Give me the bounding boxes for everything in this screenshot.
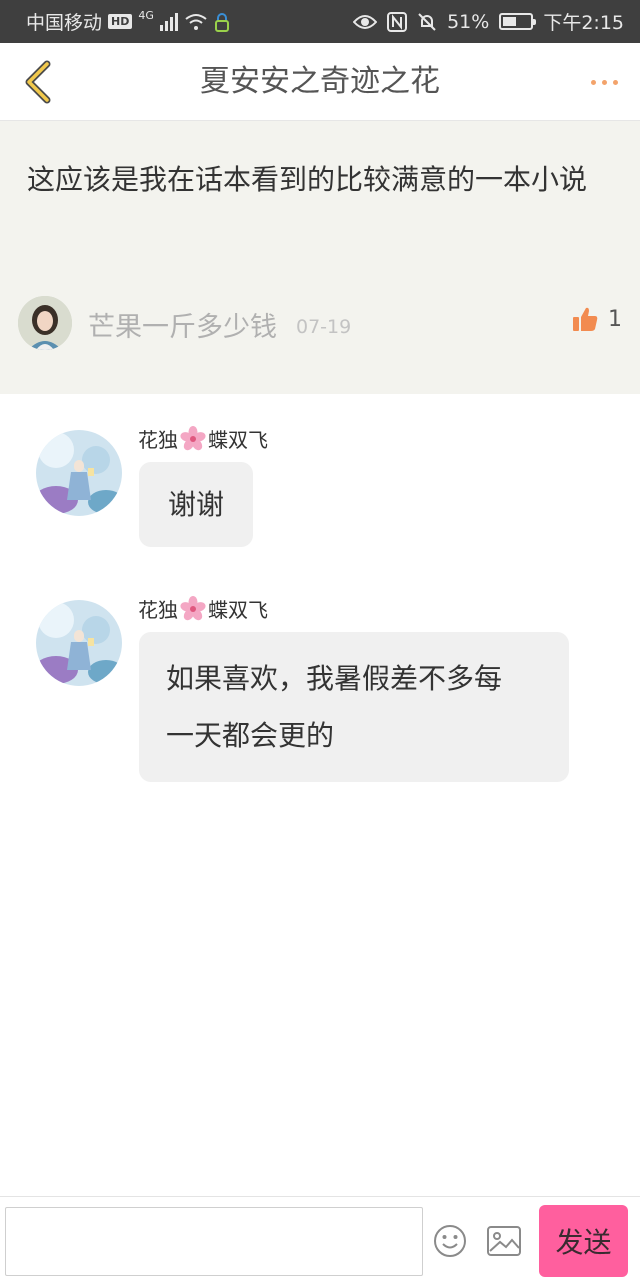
status-bar: 中国移动 HD 4G 51% 下午2:15 — [0, 0, 640, 43]
replier-name[interactable]: 花独 蝶双飞 — [138, 424, 268, 453]
comment-text: 这应该是我在话本看到的比较满意的一本小说 — [27, 163, 588, 196]
hd-badge: HD — [108, 14, 133, 29]
avatar-illustration — [36, 430, 122, 516]
replier-name-part1: 花独 — [138, 598, 178, 622]
replier-name-part2: 蝶双飞 — [208, 598, 268, 622]
original-comment: 这应该是我在话本看到的比较满意的一本小说 芒果一斤多少钱 07-19 1 — [0, 121, 640, 394]
comment-input[interactable] — [5, 1207, 423, 1276]
battery-level — [503, 17, 517, 26]
image-icon — [487, 1226, 521, 1256]
network-type: 4G — [138, 9, 154, 22]
send-button[interactable]: 发送 — [539, 1205, 628, 1277]
comment-date: 07-19 — [296, 316, 352, 338]
more-dots-icon — [590, 79, 596, 85]
more-dot — [612, 79, 618, 85]
commenter-name[interactable]: 芒果一斤多少钱 — [88, 305, 277, 344]
reply-bubble: 谢谢 — [139, 462, 253, 547]
chevron-left-icon — [25, 60, 51, 104]
replier-name-part2: 蝶双飞 — [208, 428, 268, 452]
carrier-name: 中国移动 — [26, 12, 103, 34]
sakura-flower-icon — [180, 595, 206, 620]
back-button[interactable] — [12, 55, 64, 109]
nfc-icon — [387, 11, 408, 32]
like-button[interactable]: 1 — [572, 306, 622, 332]
more-options-button[interactable] — [582, 65, 626, 99]
avatar-illustration — [36, 600, 122, 686]
reply-bubble: 如果喜欢，我暑假差不多每一天都会更的 — [139, 632, 569, 782]
thumbs-up-icon — [573, 307, 598, 331]
replier-name[interactable]: 花独 蝶双飞 — [138, 594, 268, 623]
top-nav-bar: 夏安安之奇迹之花 — [0, 43, 640, 121]
replier-avatar[interactable] — [36, 430, 122, 516]
eye-icon — [353, 14, 378, 29]
emoji-button[interactable] — [432, 1223, 468, 1259]
signal-icon — [159, 12, 178, 31]
wifi-icon — [185, 13, 207, 30]
page-title: 夏安安之奇迹之花 — [200, 64, 440, 99]
sakura-flower-icon — [180, 425, 206, 450]
avatar-photo — [18, 296, 72, 350]
more-dot — [601, 79, 607, 85]
smiley-icon — [434, 1225, 466, 1257]
comment-input-bar: 发送 — [0, 1196, 640, 1280]
image-button[interactable] — [486, 1225, 522, 1257]
battery-icon — [499, 13, 537, 30]
vpn-lock-icon — [214, 12, 229, 32]
mute-bell-icon — [418, 12, 436, 31]
like-count: 1 — [608, 306, 622, 332]
replier-name-part1: 花独 — [138, 428, 178, 452]
commenter-avatar[interactable] — [18, 296, 72, 350]
clock-time: 下午2:15 — [543, 12, 624, 34]
replier-avatar[interactable] — [36, 600, 122, 686]
battery-percent: 51% — [447, 10, 490, 33]
